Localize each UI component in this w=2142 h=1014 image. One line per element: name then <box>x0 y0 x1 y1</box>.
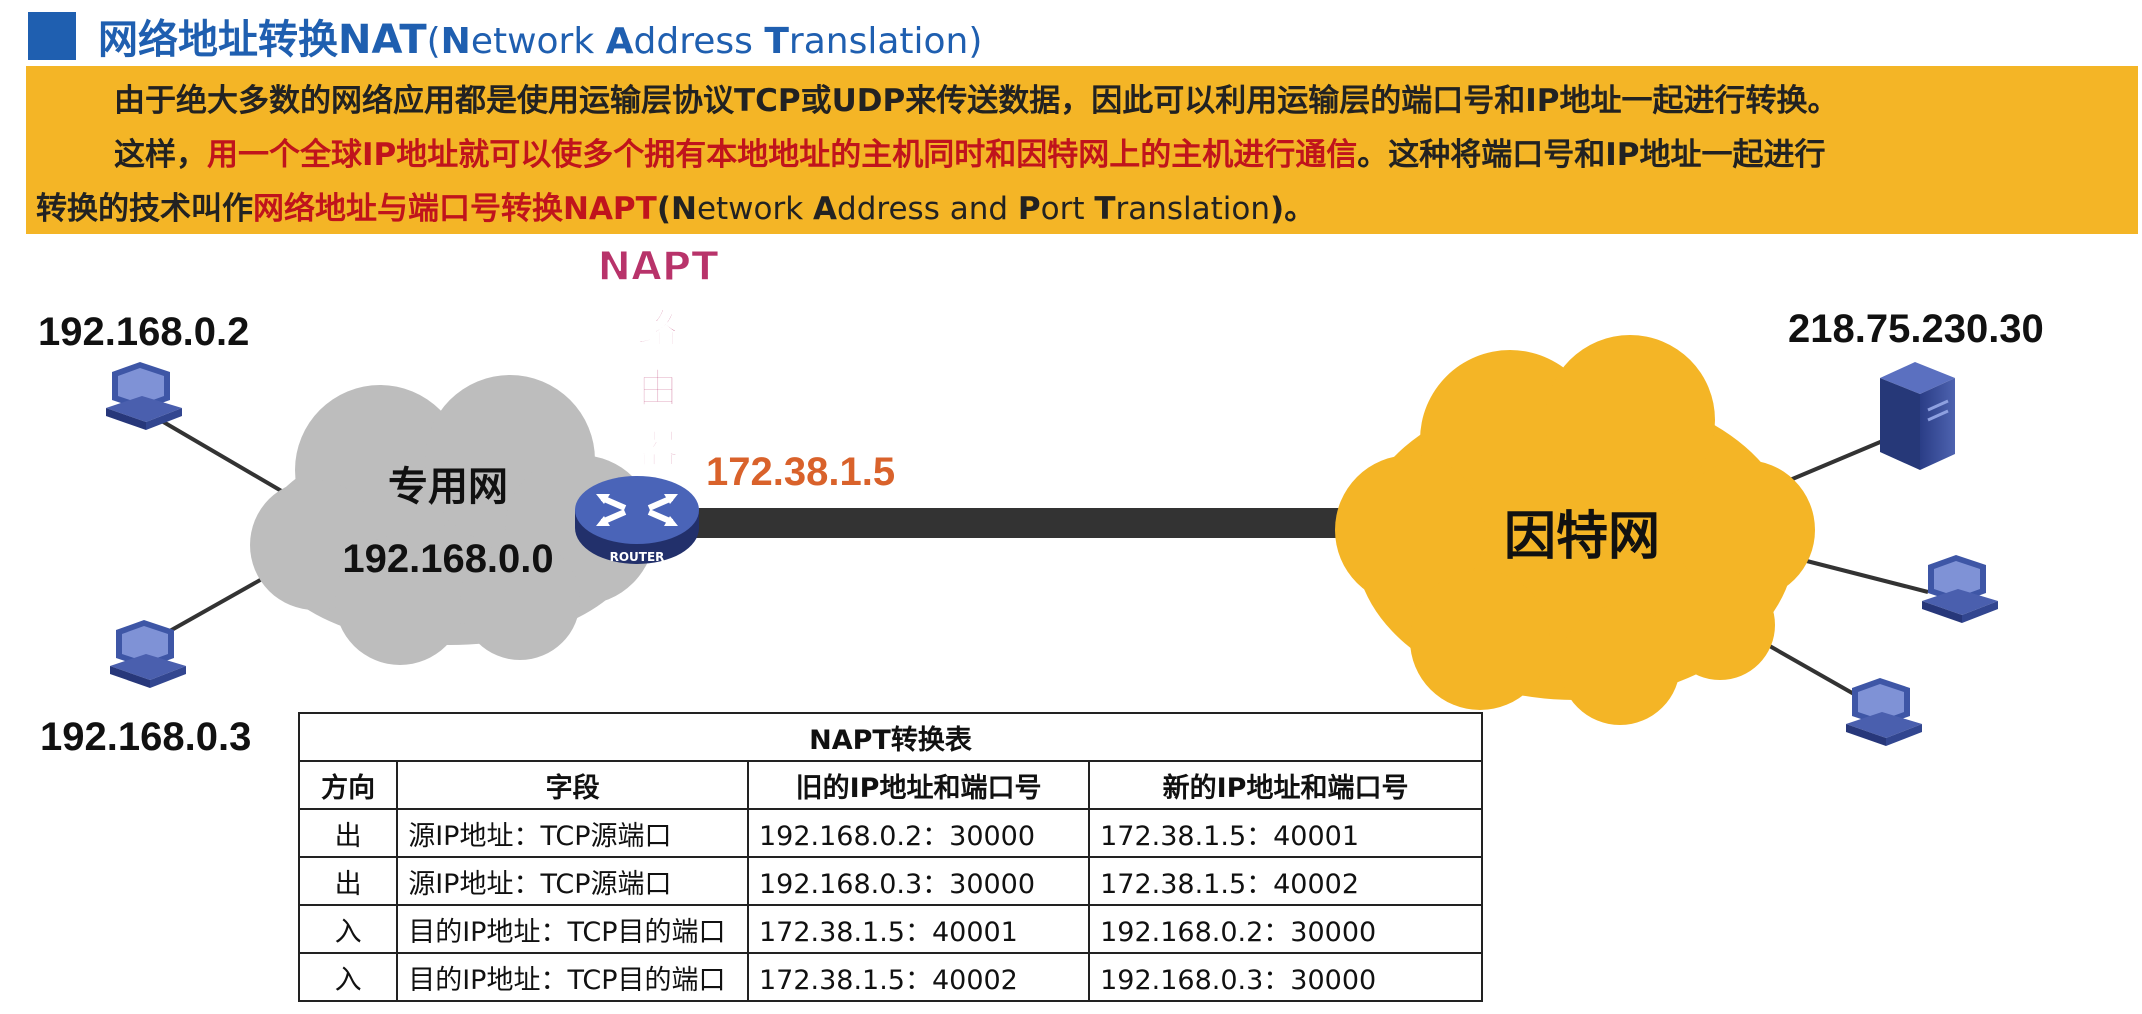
router-internet-link <box>690 508 1380 538</box>
cell-field: 源IP地址：TCP源端口 <box>396 856 749 906</box>
server-icon <box>1880 362 1955 470</box>
host-pc-1-icon <box>106 362 182 430</box>
host1-ip-label: 192.168.0.2 <box>38 310 249 354</box>
router-name-label: NAPT 路 由 器 <box>597 243 720 473</box>
router-icon: ROUTER <box>575 476 699 564</box>
header-field: 字段 <box>396 760 749 810</box>
link-host1 <box>158 418 292 498</box>
cell-old-address: 192.168.0.2：30000 <box>746 808 1091 858</box>
cell-new-address: 192.168.0.2：30000 <box>1088 904 1483 954</box>
internet-pc-3-icon <box>1922 555 1998 623</box>
table-row: 出 源IP地址：TCP源端口 192.168.0.2：30000 172.38.… <box>297 808 1483 858</box>
cell-direction: 出 <box>297 856 399 906</box>
router-label-char-2: 由 <box>638 366 678 412</box>
internet-pc-4-icon <box>1846 678 1922 746</box>
router-label-char-3: 器 <box>638 426 679 472</box>
router-ip-label: 172.38.1.5 <box>706 450 895 494</box>
cell-field: 目的IP地址：TCP目的端口 <box>396 904 749 954</box>
table-header-row: 方向 字段 旧的IP地址和端口号 新的IP地址和端口号 <box>297 760 1483 810</box>
napt-table: NAPT转换表 方向 字段 旧的IP地址和端口号 新的IP地址和端口号 出 源I… <box>297 712 1483 1002</box>
router-label-napt: NAPT <box>597 244 719 290</box>
private-net-address: 192.168.0.0 <box>342 537 553 581</box>
link-pc3 <box>1794 556 1929 594</box>
table-row: 入 目的IP地址：TCP目的端口 172.38.1.5：40002 192.16… <box>297 952 1483 1002</box>
table-title-row: NAPT转换表 <box>298 712 1483 762</box>
router-icon-label: ROUTER <box>610 550 665 564</box>
private-net-label: 专用网 <box>388 464 508 510</box>
table-row: 入 目的IP地址：TCP目的端口 172.38.1.5：40001 192.16… <box>297 904 1483 954</box>
cell-direction: 出 <box>297 808 399 858</box>
cell-field: 目的IP地址：TCP目的端口 <box>396 952 749 1002</box>
cell-old-address: 192.168.0.3：30000 <box>746 856 1091 906</box>
cell-direction: 入 <box>297 952 399 1002</box>
header-direction: 方向 <box>297 760 399 810</box>
host2-ip-label: 192.168.0.3 <box>40 715 251 759</box>
header-new-address: 新的IP地址和端口号 <box>1088 760 1483 810</box>
cell-old-address: 172.38.1.5：40001 <box>746 904 1091 954</box>
router-label-char-1: 路 <box>638 306 679 352</box>
cell-new-address: 172.38.1.5：40001 <box>1088 808 1483 858</box>
internet-label: 因特网 <box>1504 507 1660 567</box>
table-title: NAPT转换表 <box>298 712 1483 762</box>
cell-new-address: 192.168.0.3：30000 <box>1088 952 1483 1002</box>
link-server <box>1789 438 1886 482</box>
cell-new-address: 172.38.1.5：40002 <box>1088 856 1483 906</box>
server-ip-label: 218.75.230.30 <box>1788 307 2044 351</box>
cell-old-address: 172.38.1.5：40002 <box>746 952 1091 1002</box>
cell-field: 源IP地址：TCP源端口 <box>396 808 749 858</box>
cell-direction: 入 <box>297 904 399 954</box>
header-old-address: 旧的IP地址和端口号 <box>746 760 1091 810</box>
table-row: 出 源IP地址：TCP源端口 192.168.0.3：30000 172.38.… <box>297 856 1483 906</box>
